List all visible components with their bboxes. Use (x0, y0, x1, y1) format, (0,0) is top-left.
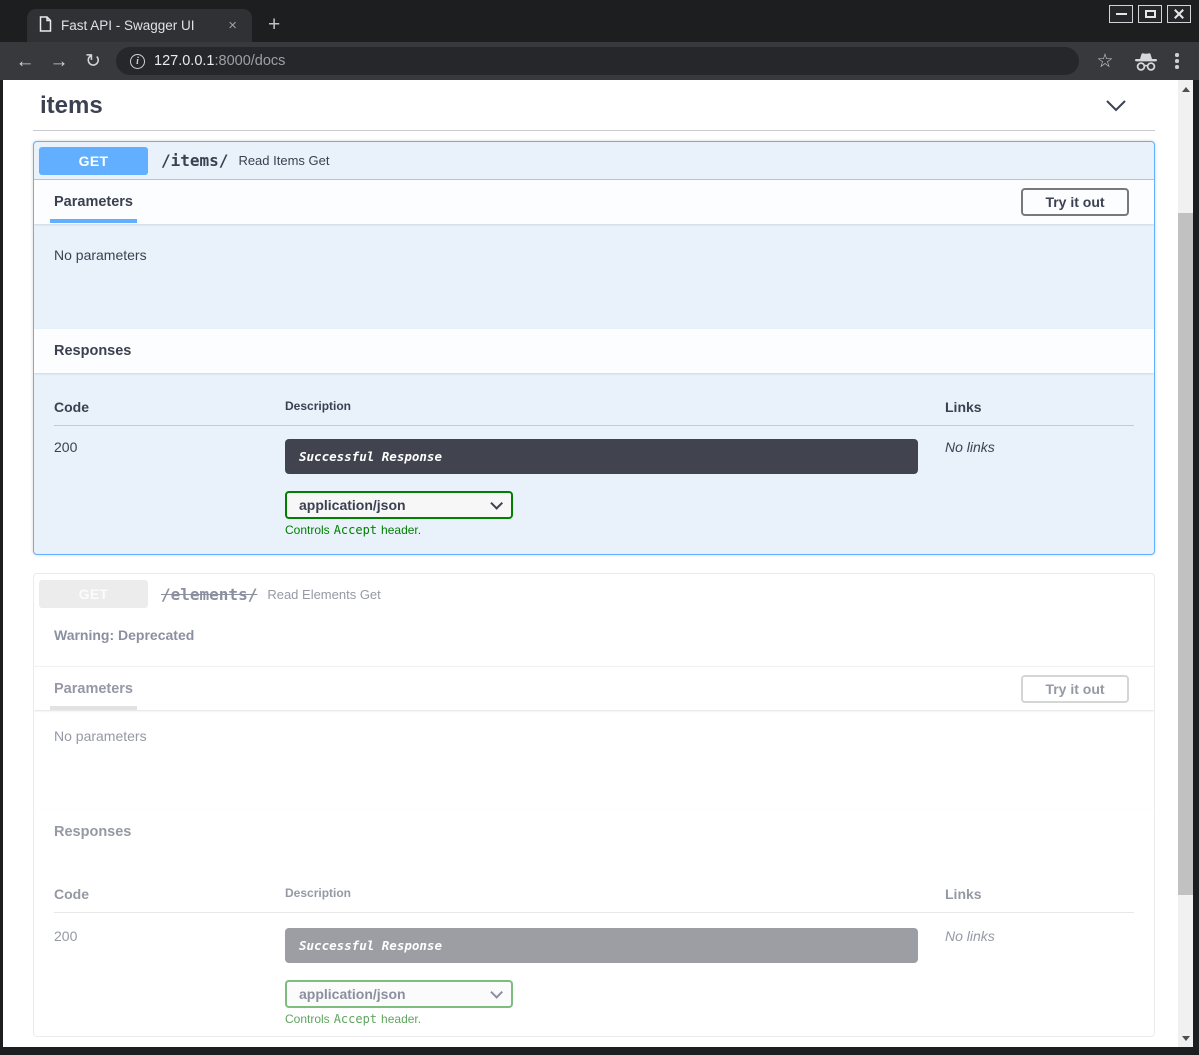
tag-section-header[interactable]: items (33, 86, 1155, 131)
responses-title: Responses (54, 824, 131, 840)
method-badge: GET (39, 580, 148, 608)
responses-title: Responses (54, 343, 131, 359)
try-it-out-button[interactable]: Try it out (1021, 188, 1129, 216)
endpoint-path: /elements/ (161, 585, 257, 604)
responses-table: Code Description Links 200 Successful Re… (54, 886, 1134, 1026)
scrollbar-thumb[interactable] (1178, 213, 1193, 895)
reload-icon[interactable]: ↻ (78, 52, 108, 71)
column-header-links: Links (945, 886, 1134, 913)
try-it-out-button[interactable]: Try it out (1021, 675, 1129, 703)
opblock-get-items: GET /items/ Read Items Get Parameters Tr… (33, 141, 1155, 555)
responses-header: Responses (34, 329, 1154, 373)
tab-close-icon[interactable]: × (225, 17, 240, 34)
responses-body: Code Description Links 200 Successful Re… (34, 373, 1154, 554)
back-icon[interactable]: ← (10, 52, 40, 71)
parameters-tab[interactable]: Parameters (54, 681, 133, 697)
parameters-header: Parameters Try it out (34, 666, 1154, 710)
parameters-tab[interactable]: Parameters (54, 194, 133, 210)
accept-header-note: ControlsAcceptheader. (285, 523, 945, 537)
scrollbar-up-arrow-icon[interactable] (1178, 82, 1193, 96)
response-description-bar: Successful Response (285, 439, 918, 474)
media-type-select[interactable]: application/json (285, 491, 513, 519)
tab-title: Fast API - Swagger UI (61, 18, 216, 33)
chevron-down-icon (490, 497, 503, 510)
url-bar[interactable]: i 127.0.0.1:8000/docs (116, 47, 1079, 75)
responses-body: Code Description Links 200 Successful Re… (34, 854, 1154, 1036)
forward-icon[interactable]: → (44, 52, 74, 71)
response-description-cell: Successful Response application/json Con… (285, 913, 945, 1026)
no-parameters-text: No parameters (54, 247, 147, 263)
page-file-icon (39, 16, 52, 35)
response-description-cell: Successful Response application/json Con… (285, 426, 945, 537)
opblock-summary[interactable]: GET /elements/ Read Elements Get (34, 574, 1154, 614)
endpoint-summary: Read Elements Get (267, 587, 380, 602)
scrollbar-down-arrow-icon[interactable] (1178, 1031, 1193, 1045)
new-tab-button[interactable]: + (268, 14, 280, 35)
column-header-description: Description (285, 886, 945, 913)
response-links: No links (945, 913, 1134, 1026)
window-close-button[interactable] (1167, 5, 1191, 23)
incognito-icon (1131, 52, 1161, 71)
url-host: 127.0.0.1 (154, 53, 214, 69)
media-type-select[interactable]: application/json (285, 980, 513, 1008)
media-type-value: application/json (299, 497, 406, 513)
parameters-body: No parameters (34, 710, 1154, 810)
window-controls (1109, 5, 1191, 23)
collapse-chevron-icon[interactable] (1105, 99, 1127, 113)
column-header-code: Code (54, 399, 285, 426)
bookmark-star-icon[interactable]: ☆ (1091, 50, 1119, 73)
url-text: 127.0.0.1:8000/docs (154, 53, 285, 69)
browser-toolbar: ← → ↻ i 127.0.0.1:8000/docs ☆ (0, 42, 1199, 80)
no-parameters-text: No parameters (54, 728, 147, 744)
opblock-get-elements-deprecated: GET /elements/ Read Elements Get Warning… (33, 573, 1155, 1037)
responses-table: Code Description Links 200 Successful Re… (54, 399, 1134, 537)
column-header-links: Links (945, 399, 1134, 426)
swagger-page: items GET /items/ Read Items Get Paramet… (3, 80, 1178, 1047)
browser-tab[interactable]: Fast API - Swagger UI × (27, 9, 252, 42)
tab-strip: Fast API - Swagger UI × + (0, 0, 1199, 42)
deprecated-warning: Warning: Deprecated (34, 614, 1154, 666)
opblock-summary[interactable]: GET /items/ Read Items Get (34, 142, 1154, 180)
window-maximize-button[interactable] (1138, 5, 1162, 23)
response-code: 200 (54, 426, 285, 537)
responses-header: Responses (34, 810, 1154, 854)
site-info-icon[interactable]: i (130, 54, 145, 69)
window-minimize-button[interactable] (1109, 5, 1133, 23)
parameters-header: Parameters Try it out (34, 180, 1154, 224)
tag-title: items (40, 92, 103, 120)
method-badge: GET (39, 147, 148, 175)
endpoint-summary: Read Items Get (238, 153, 329, 168)
media-type-value: application/json (299, 986, 406, 1002)
page-scrollbar[interactable] (1178, 80, 1193, 1047)
response-code: 200 (54, 913, 285, 1026)
column-header-code: Code (54, 886, 285, 913)
browser-menu-icon[interactable] (1169, 53, 1185, 69)
url-path: :8000/docs (214, 53, 285, 69)
response-description-bar: Successful Response (285, 928, 918, 963)
chevron-down-icon (490, 986, 503, 999)
response-links: No links (945, 426, 1134, 537)
column-header-description: Description (285, 399, 945, 426)
endpoint-path: /items/ (161, 151, 228, 170)
parameters-body: No parameters (34, 224, 1154, 329)
accept-header-note: ControlsAcceptheader. (285, 1012, 945, 1026)
